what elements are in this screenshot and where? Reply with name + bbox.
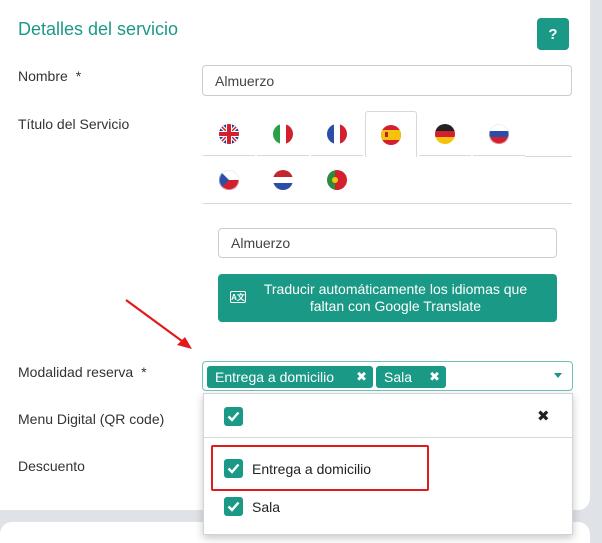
flag-uk-icon bbox=[219, 123, 239, 144]
tab-lang-it[interactable] bbox=[257, 112, 309, 156]
highlight-annotation bbox=[211, 445, 429, 491]
chevron-down-icon[interactable] bbox=[554, 373, 562, 378]
tab-lang-ru[interactable] bbox=[473, 112, 525, 156]
flag-it-icon bbox=[273, 123, 293, 144]
menu-digital-label: Menu Digital (QR code) bbox=[18, 411, 165, 427]
google-translate-button[interactable]: A文 Traducir automáticamente los idiomas … bbox=[218, 274, 557, 322]
tab-lang-nl[interactable] bbox=[257, 158, 309, 202]
option-checkbox[interactable] bbox=[224, 497, 243, 516]
descuento-label: Descuento bbox=[18, 458, 85, 474]
close-icon[interactable]: ✖ bbox=[537, 407, 550, 425]
translate-icon: A文 bbox=[230, 291, 246, 303]
nombre-label: Nombre * bbox=[18, 68, 81, 84]
nombre-input[interactable]: Almuerzo bbox=[202, 65, 572, 96]
chip-entrega-domicilio: Entrega a domicilio ✖ bbox=[207, 366, 373, 388]
tabs-bottom-line bbox=[203, 203, 572, 204]
tab-lang-es[interactable] bbox=[365, 111, 417, 157]
chip-label: Sala bbox=[384, 369, 413, 385]
flag-cz-icon bbox=[219, 170, 239, 190]
chip-sala: Sala ✖ bbox=[376, 366, 446, 388]
check-icon bbox=[227, 501, 240, 512]
modalidad-multiselect[interactable]: Entrega a domicilio ✖ Sala ✖ bbox=[202, 361, 573, 391]
flag-pt-icon bbox=[327, 170, 347, 190]
flag-fr-icon bbox=[327, 123, 347, 144]
flag-es-icon bbox=[381, 124, 401, 145]
modalidad-label-text: Modalidad reserva bbox=[18, 364, 134, 380]
flag-nl-icon bbox=[273, 170, 293, 190]
nombre-label-text: Nombre bbox=[18, 68, 68, 84]
tabs-divider bbox=[525, 156, 572, 157]
modalidad-label: Modalidad reserva * bbox=[18, 364, 147, 380]
flag-de-icon bbox=[435, 123, 455, 144]
titulo-input[interactable]: Almuerzo bbox=[218, 228, 557, 258]
select-all-checkbox[interactable] bbox=[224, 407, 243, 426]
chip-remove-icon[interactable]: ✖ bbox=[429, 369, 440, 385]
titulo-label: Título del Servicio bbox=[18, 116, 130, 132]
section-title: Detalles del servicio bbox=[18, 19, 179, 39]
help-button[interactable]: ? bbox=[537, 18, 569, 50]
tab-lang-en[interactable] bbox=[203, 112, 255, 156]
check-icon bbox=[227, 411, 240, 422]
required-marker: * bbox=[141, 364, 147, 380]
option-label: Sala bbox=[252, 499, 281, 515]
chip-label: Entrega a domicilio bbox=[215, 369, 335, 385]
translate-button-label: Traducir automáticamente los idiomas que… bbox=[263, 281, 528, 314]
chip-remove-icon[interactable]: ✖ bbox=[356, 369, 367, 385]
dropdown-divider bbox=[204, 437, 572, 438]
tab-lang-pt[interactable] bbox=[311, 158, 363, 202]
tab-lang-cz[interactable] bbox=[203, 158, 255, 202]
required-marker: * bbox=[75, 68, 82, 84]
tab-lang-fr[interactable] bbox=[311, 112, 363, 156]
annotation-arrow-icon bbox=[125, 299, 192, 349]
tab-lang-de[interactable] bbox=[419, 112, 471, 156]
flag-ru-icon bbox=[489, 123, 509, 144]
